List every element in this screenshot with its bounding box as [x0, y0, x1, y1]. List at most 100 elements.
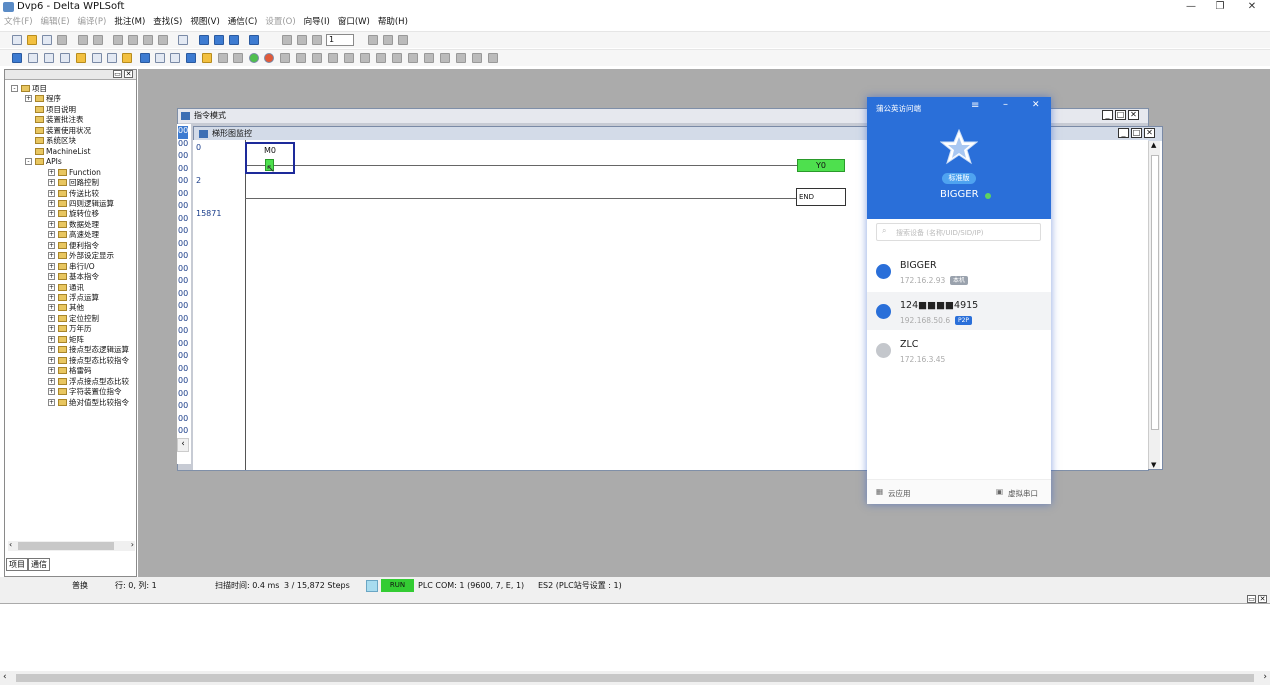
expand-icon[interactable]: +: [48, 304, 55, 312]
help-icon[interactable]: [249, 35, 259, 45]
tree-item[interactable]: + 旋转位移: [48, 209, 99, 219]
expand-icon[interactable]: +: [48, 262, 55, 270]
menu-icon[interactable]: ≡: [971, 100, 979, 111]
menu-item[interactable]: 批注(M): [110, 15, 149, 30]
open-file-icon[interactable]: [27, 35, 37, 45]
print-icon[interactable]: [57, 35, 67, 45]
pane-restore-icon[interactable]: ▭: [1247, 595, 1256, 603]
tree-item[interactable]: + 接点型态比较指令: [48, 356, 129, 366]
toolbar-tool-icon[interactable]: [107, 53, 117, 63]
undo-icon[interactable]: [78, 35, 88, 45]
expand-icon[interactable]: +: [48, 241, 55, 249]
tree-item[interactable]: + 串行I/O: [48, 262, 95, 272]
toolbar-tool-icon[interactable]: [60, 53, 70, 63]
toolbar-tool-icon[interactable]: [140, 53, 150, 63]
toolbar-tool-icon[interactable]: [424, 53, 434, 63]
pane-close-icon[interactable]: ✕: [1258, 595, 1267, 603]
menu-item[interactable]: 编辑(E): [37, 15, 74, 30]
tab-project[interactable]: 项目: [6, 558, 28, 571]
paste-icon[interactable]: [143, 35, 153, 45]
output-horizontal-scrollbar[interactable]: ‹ ›: [0, 671, 1270, 685]
copy-icon[interactable]: [128, 35, 138, 45]
coil-y0[interactable]: Y0: [797, 159, 845, 172]
expand-icon[interactable]: +: [48, 231, 55, 239]
scroll-left-icon[interactable]: ‹: [3, 672, 7, 682]
instruction-line-number[interactable]: 00: [178, 126, 189, 139]
tree-item[interactable]: 系统区块: [35, 136, 76, 146]
zoom-spinner[interactable]: 1: [326, 34, 354, 46]
expand-icon[interactable]: +: [48, 168, 55, 176]
tree-item[interactable]: + 基本指令: [48, 272, 99, 282]
tree-item[interactable]: + 万年历: [48, 324, 92, 334]
sfc-mode-icon[interactable]: [28, 53, 38, 63]
instruction-line-number[interactable]: 00: [178, 176, 188, 189]
tree-item[interactable]: + 浮点接点型态比较: [48, 377, 129, 387]
zoom-in-icon[interactable]: [214, 35, 224, 45]
close-icon[interactable]: ✕: [1242, 0, 1262, 14]
toolbar-tool-icon[interactable]: [376, 53, 386, 63]
toolbar-tool-icon[interactable]: [328, 53, 338, 63]
tree-item[interactable]: + 字符装置位指令: [48, 387, 122, 397]
device-item[interactable]: ZLC 172.16.3.45: [867, 331, 1051, 369]
tree-item[interactable]: + 浮点运算: [48, 293, 99, 303]
expand-icon[interactable]: +: [48, 356, 55, 364]
scroll-down-icon[interactable]: ▼: [1151, 461, 1156, 469]
tree-item[interactable]: + 高速处理: [48, 230, 99, 240]
ladder-mode-icon[interactable]: [12, 53, 22, 63]
minimize-icon[interactable]: _: [1102, 110, 1113, 120]
ladder-vertical-scrollbar[interactable]: ▲ ▼: [1148, 141, 1160, 469]
expand-icon[interactable]: +: [48, 335, 55, 343]
scrollbar-thumb[interactable]: [1151, 155, 1159, 430]
expand-icon[interactable]: +: [48, 189, 55, 197]
close-icon[interactable]: ✕: [1032, 100, 1040, 110]
find-icon[interactable]: [178, 35, 188, 45]
device-item[interactable]: 124■■■■4915 192.168.50.6 P2P: [867, 291, 1051, 330]
instruction-line-number[interactable]: 00: [178, 139, 188, 152]
toolbar-tool-icon[interactable]: [383, 35, 393, 45]
scroll-right-icon[interactable]: ›: [1263, 672, 1267, 682]
tree-item[interactable]: + 程序: [25, 94, 61, 104]
instruction-line-number[interactable]: 00: [178, 401, 188, 414]
expand-icon[interactable]: +: [25, 95, 32, 103]
instruction-line-number[interactable]: 00: [178, 351, 188, 364]
zoom-icon[interactable]: [199, 35, 209, 45]
toolbar-tool-icon[interactable]: [218, 53, 228, 63]
delete-icon[interactable]: [158, 35, 168, 45]
toolbar-tool-icon[interactable]: [440, 53, 450, 63]
expand-icon[interactable]: +: [48, 325, 55, 333]
device-item[interactable]: BIGGER 172.16.2.93 本机: [867, 252, 1051, 290]
tree-item[interactable]: 装置使用状况: [35, 126, 91, 136]
expand-icon[interactable]: +: [48, 346, 55, 354]
scrollbar-thumb[interactable]: [16, 674, 1254, 682]
tree-item[interactable]: + 其他: [48, 303, 84, 313]
new-file-icon[interactable]: [12, 35, 22, 45]
toolbar-tool-icon[interactable]: [122, 53, 132, 63]
device-search-input[interactable]: ⌕ 搜索设备 (名称/UID/SID/IP): [876, 223, 1041, 241]
expand-icon[interactable]: +: [48, 252, 55, 260]
menu-item[interactable]: 视图(V): [186, 15, 223, 30]
toolbar-tool-icon[interactable]: [297, 35, 307, 45]
instruction-line-number[interactable]: 00: [178, 276, 188, 289]
tree-item[interactable]: + 回路控制: [48, 178, 99, 188]
instruction-line-number[interactable]: 00: [178, 226, 188, 239]
minimize-icon[interactable]: —: [1181, 0, 1201, 14]
cloud-apps-button[interactable]: 云应用: [888, 488, 911, 499]
expand-icon[interactable]: +: [48, 314, 55, 322]
toolbar-tool-icon[interactable]: [368, 35, 378, 45]
tree-item[interactable]: + 便利指令: [48, 241, 99, 251]
expand-icon[interactable]: +: [48, 199, 55, 207]
expand-icon[interactable]: +: [48, 210, 55, 218]
panel-restore-icon[interactable]: ▭: [113, 70, 122, 78]
toolbar-tool-icon[interactable]: [233, 53, 243, 63]
expand-icon[interactable]: +: [48, 220, 55, 228]
redo-icon[interactable]: [93, 35, 103, 45]
stop-icon[interactable]: [264, 53, 274, 63]
tab-communication[interactable]: 通信: [28, 558, 50, 571]
collapse-icon[interactable]: -: [25, 158, 32, 166]
menu-item[interactable]: 窗口(W): [334, 15, 374, 30]
tree-item[interactable]: 项目说明: [35, 105, 76, 115]
collapse-icon[interactable]: -: [11, 85, 18, 92]
instruction-line-number[interactable]: 00: [178, 389, 188, 402]
tree-item[interactable]: + 四则逻辑运算: [48, 199, 114, 209]
expand-icon[interactable]: +: [48, 367, 55, 375]
